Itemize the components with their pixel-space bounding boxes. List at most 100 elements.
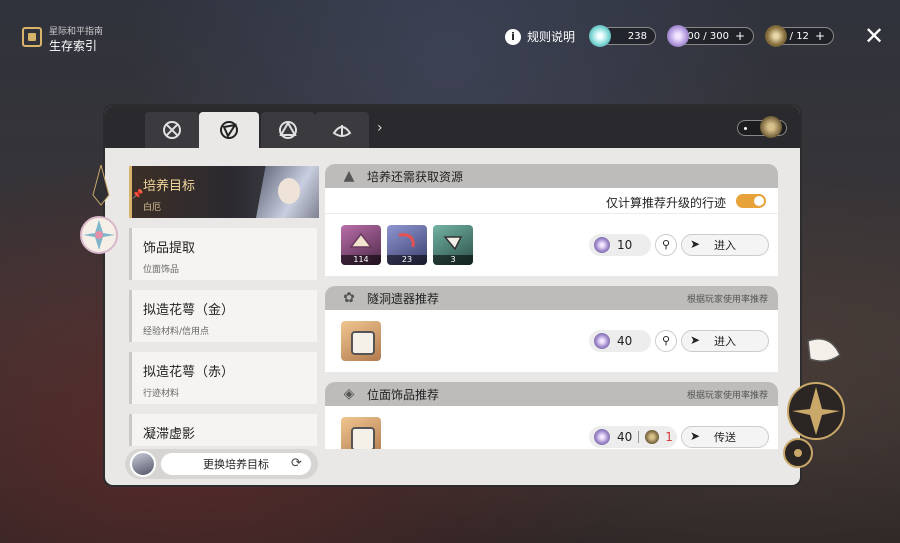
enter-button[interactable]: ➤ 进入 bbox=[681, 330, 769, 352]
material-icon bbox=[443, 236, 463, 251]
list-item-sub: 经验材料/信用点 bbox=[143, 327, 210, 337]
tab-lotus[interactable] bbox=[315, 112, 369, 148]
tab-combat[interactable] bbox=[145, 112, 199, 148]
power-cost-value: 40 bbox=[617, 334, 633, 348]
section-note: 根据玩家使用率推荐 bbox=[686, 391, 768, 401]
section-header-training: ▲ 培养还需获取资源 bbox=[325, 164, 778, 188]
enter-button[interactable]: ➤ 进入 bbox=[681, 234, 769, 256]
list-item-calyx-gold[interactable]: 拟造花萼（金） 经验材料/信用点 bbox=[129, 290, 317, 342]
treasure-icon bbox=[279, 121, 297, 139]
material-count: 3 bbox=[433, 255, 473, 265]
info-icon: i bbox=[505, 28, 521, 45]
fuel-icon bbox=[645, 430, 660, 444]
material-count: 114 bbox=[341, 255, 381, 265]
fuel-counter[interactable]: 0 / 12 + bbox=[765, 25, 834, 47]
teleport-label: 传送 bbox=[714, 431, 736, 444]
add-power-button[interactable]: + bbox=[735, 29, 745, 43]
pin-icon: 📌 bbox=[132, 190, 144, 200]
location-icon[interactable]: ⚲ bbox=[655, 234, 677, 256]
material-item[interactable]: 114 bbox=[341, 225, 381, 265]
rules-label: 规则说明 bbox=[527, 30, 576, 44]
list-item-stagnant-shadow[interactable]: 凝滞虚影 bbox=[129, 414, 317, 446]
teleport-icon: ➤ bbox=[690, 429, 701, 443]
change-target-button[interactable]: 更换培养目标 ⟳ bbox=[161, 453, 311, 475]
enter-icon: ➤ bbox=[690, 333, 701, 347]
section-body-cavern: 40 ⚲ ➤ 进入 bbox=[325, 310, 778, 372]
relic-item[interactable] bbox=[341, 321, 381, 361]
list-item-calyx-crimson[interactable]: 拟造花萼（赤） 行迹材料 bbox=[129, 352, 317, 404]
enter-label: 进入 bbox=[714, 335, 736, 348]
close-icon[interactable]: ✕ bbox=[864, 24, 884, 48]
trailblaze-power-icon bbox=[594, 237, 610, 253]
power-cost: 40 bbox=[589, 330, 651, 352]
stellar-jade-counter[interactable]: 238 bbox=[589, 25, 656, 47]
stellar-jade-value: 238 bbox=[627, 30, 647, 42]
trailblaze-power-icon bbox=[594, 429, 610, 445]
tab-bar: › bbox=[105, 106, 800, 148]
right-ornament-icon bbox=[783, 338, 845, 468]
fuel-icon bbox=[765, 25, 787, 47]
section-body-training: 仅计算推荐升级的行迹 114 23 3 10 ⚲ ➤ 进入 bbox=[325, 188, 778, 276]
stellar-jade-icon bbox=[589, 25, 611, 47]
power-cost-value: 40 bbox=[617, 430, 633, 444]
relic-set-icon: ✿ bbox=[343, 290, 355, 306]
planar-ornament-icon: ◈ bbox=[343, 386, 355, 402]
section-header-cavern: ✿ 隧洞遗器推荐 根据玩家使用率推荐 bbox=[325, 286, 778, 310]
toggle-row: 仅计算推荐升级的行迹 bbox=[325, 188, 778, 214]
avatar bbox=[130, 451, 156, 477]
survival-index-panel: › 📌 培养目标 白厄 饰品提取 位面饰品 拟造花萼（金） 经验材料/信用点 拟… bbox=[103, 104, 802, 487]
chevron-right-icon[interactable]: › bbox=[377, 120, 391, 140]
section-header-planar: ◈ 位面饰品推荐 根据玩家使用率推荐 bbox=[325, 382, 778, 406]
trailblaze-power-icon bbox=[594, 333, 610, 349]
recommended-trace-toggle[interactable] bbox=[736, 194, 766, 208]
combat-icon bbox=[163, 121, 181, 139]
list-item-training-target[interactable]: 📌 培养目标 白厄 bbox=[129, 166, 319, 218]
refresh-icon: ⟳ bbox=[291, 456, 302, 471]
material-icon bbox=[398, 233, 415, 248]
enter-label: 进入 bbox=[714, 239, 736, 252]
list-item-title: 饰品提取 bbox=[143, 241, 196, 256]
relic-row: 40 ⚲ ➤ 进入 bbox=[325, 310, 778, 372]
material-row: 114 23 3 10 ⚲ ➤ 进入 bbox=[325, 214, 778, 276]
section-body-planar: 40 1 ➤ 传送 bbox=[325, 406, 778, 449]
survival-icon bbox=[220, 121, 238, 139]
location-icon[interactable]: ⚲ bbox=[655, 330, 677, 352]
add-fuel-button[interactable]: + bbox=[815, 29, 825, 43]
planar-cost: 40 1 bbox=[589, 426, 677, 448]
trailblaze-power-icon bbox=[667, 25, 689, 47]
section-title: 隧洞遗器推荐 bbox=[367, 291, 440, 306]
section-title: 位面饰品推荐 bbox=[367, 387, 440, 402]
guide-subtitle: 星际和平指南 bbox=[49, 27, 104, 37]
guide-title: 生存索引 bbox=[49, 39, 98, 53]
material-icon bbox=[349, 232, 373, 248]
left-ornament-icon bbox=[80, 165, 118, 254]
guide-logo-icon bbox=[22, 27, 42, 47]
triangle-icon: ▲ bbox=[343, 168, 355, 184]
power-cost-value: 10 bbox=[617, 238, 633, 252]
change-target-bar: 更换培养目标 ⟳ bbox=[125, 449, 318, 479]
resource-panel: ▲ 培养还需获取资源 仅计算推荐升级的行迹 114 23 3 10 ⚲ ➤ 进入… bbox=[325, 164, 778, 449]
toggle-label: 仅计算推荐升级的行迹 bbox=[605, 196, 726, 210]
character-portrait bbox=[256, 166, 319, 218]
trailblaze-power-counter[interactable]: 300 / 300 + bbox=[667, 25, 754, 47]
section-note: 根据玩家使用率推荐 bbox=[686, 295, 768, 305]
material-count: 23 bbox=[387, 255, 427, 265]
tab-survival[interactable] bbox=[199, 112, 259, 148]
list-item-ornament[interactable]: 饰品提取 位面饰品 bbox=[129, 228, 317, 280]
tab-treasure[interactable] bbox=[261, 112, 315, 148]
emblem-icon bbox=[760, 116, 782, 138]
rules-button[interactable]: i 规则说明 bbox=[505, 28, 575, 45]
change-target-label: 更换培养目标 bbox=[203, 458, 269, 471]
fuel-cost-value: 1 bbox=[665, 430, 673, 444]
teleport-button[interactable]: ➤ 传送 bbox=[681, 426, 769, 448]
list-item-sub: 位面饰品 bbox=[143, 265, 180, 275]
list-item-title: 凝滞虚影 bbox=[143, 427, 196, 442]
section-title: 培养还需获取资源 bbox=[367, 169, 464, 184]
ornament-item[interactable] bbox=[341, 417, 381, 449]
material-item[interactable]: 23 bbox=[387, 225, 427, 265]
list-item-title: 拟造花萼（金） bbox=[143, 303, 235, 318]
ornament-row: 40 1 ➤ 传送 bbox=[325, 406, 778, 449]
category-list: 📌 培养目标 白厄 饰品提取 位面饰品 拟造花萼（金） 经验材料/信用点 拟造花… bbox=[129, 166, 319, 446]
material-item[interactable]: 3 bbox=[433, 225, 473, 265]
list-item-sub: 行迹材料 bbox=[143, 389, 180, 399]
